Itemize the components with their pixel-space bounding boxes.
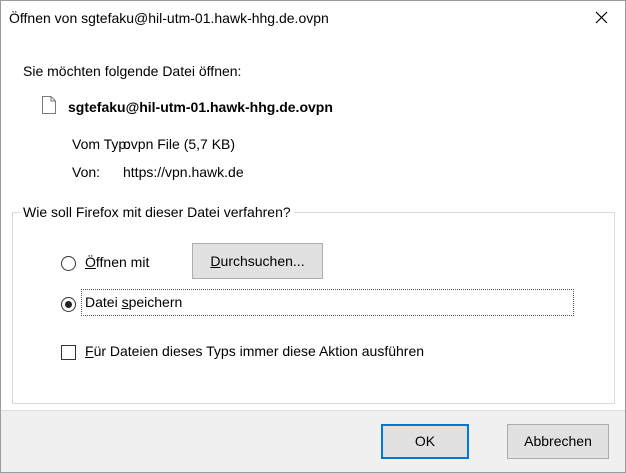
cancel-button[interactable]: Abbrechen — [507, 424, 609, 459]
file-name: sgtefaku@hil-utm-01.hawk-hhg.de.ovpn — [68, 99, 333, 115]
download-dialog: Öffnen von sgtefaku@hil-utm-01.hawk-hhg.… — [0, 0, 626, 473]
prompt-text: Sie möchten folgende Datei öffnen: — [23, 63, 242, 79]
close-button[interactable] — [579, 1, 625, 33]
save-file-radio[interactable] — [61, 297, 76, 312]
save-file-label[interactable]: Datei speichern — [85, 294, 182, 310]
always-do-this-label[interactable]: Für Dateien dieses Typs immer diese Akti… — [85, 343, 424, 359]
ok-button[interactable]: OK — [381, 424, 469, 459]
file-source-value: https://vpn.hawk.de — [123, 164, 244, 180]
file-type-value: ovpn File (5,7 KB) — [123, 136, 236, 152]
file-source-row: Von: https://vpn.hawk.de — [72, 164, 244, 180]
open-with-label[interactable]: Öffnen mit — [85, 254, 149, 270]
action-group-legend: Wie soll Firefox mit dieser Datei verfah… — [20, 204, 294, 220]
close-icon — [595, 11, 608, 24]
browse-button[interactable]: Durchsuchen... — [192, 243, 323, 279]
radio-selected-dot — [65, 301, 72, 308]
action-groupbox: Wie soll Firefox mit dieser Datei verfah… — [12, 204, 615, 404]
title-bar: Öffnen von sgtefaku@hil-utm-01.hawk-hhg.… — [1, 1, 625, 37]
file-type-row: Vom Typ:ovpn File (5,7 KB) — [72, 136, 235, 152]
window-title: Öffnen von sgtefaku@hil-utm-01.hawk-hhg.… — [9, 10, 329, 26]
always-do-this-checkbox[interactable] — [61, 345, 76, 360]
file-type-label: Vom Typ: — [72, 136, 131, 152]
document-icon — [42, 96, 56, 114]
footer-divider — [1, 410, 625, 411]
dialog-content: Sie möchten folgende Datei öffnen: sgtef… — [1, 37, 625, 410]
open-with-radio[interactable] — [61, 256, 76, 271]
button-bar: OK Abbrechen — [1, 410, 625, 472]
file-source-label: Von: — [72, 164, 101, 180]
